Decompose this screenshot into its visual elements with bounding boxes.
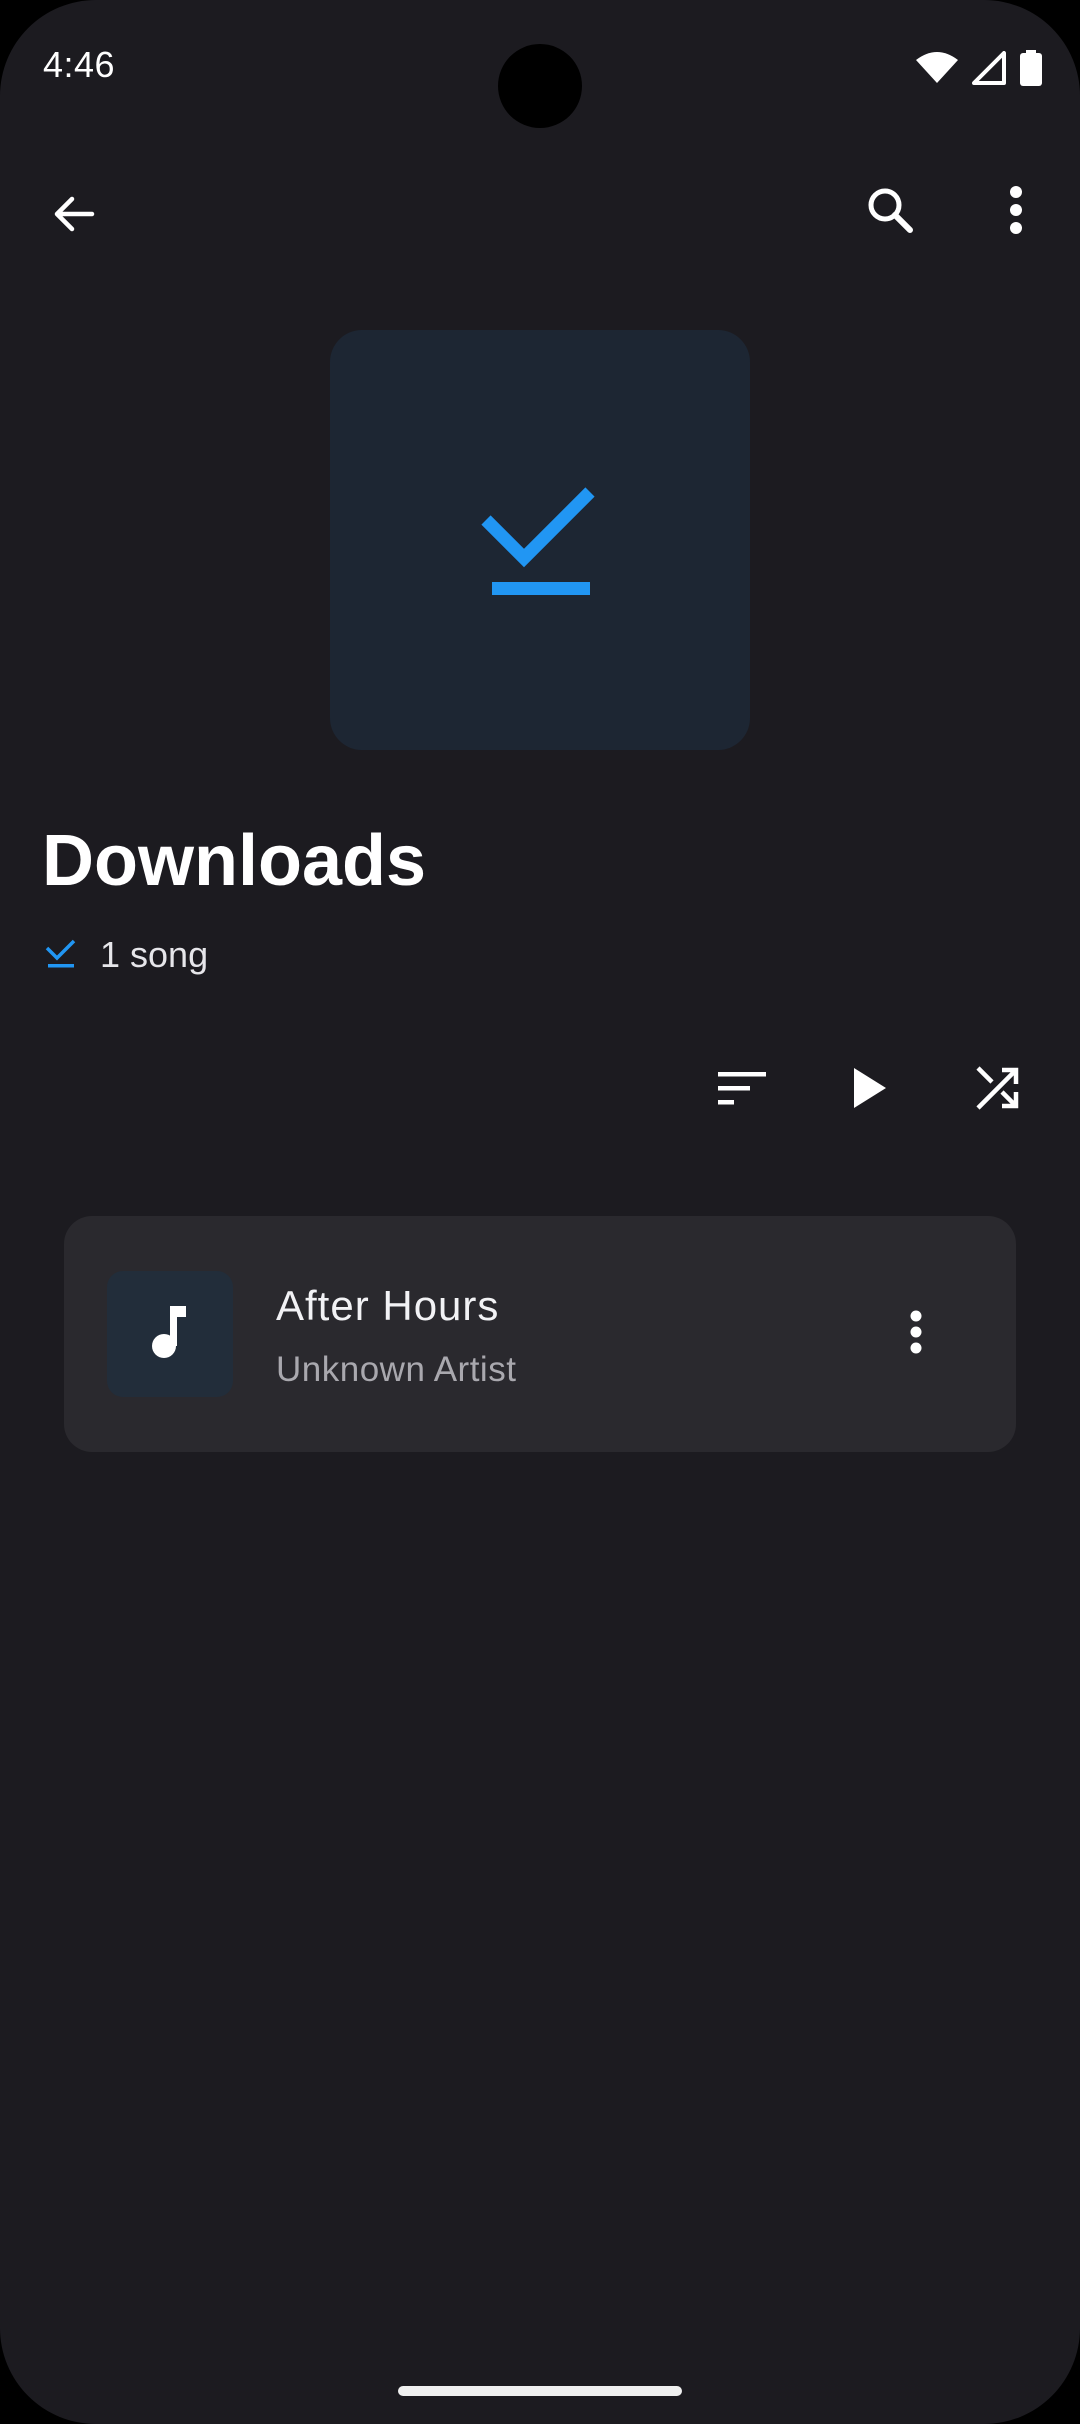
back-button[interactable] — [36, 178, 112, 254]
shuffle-button[interactable] — [956, 1048, 1040, 1132]
song-count: 1 song — [100, 934, 209, 975]
play-button[interactable] — [828, 1048, 912, 1132]
sort-icon — [716, 1068, 768, 1113]
song-more-button[interactable] — [886, 1304, 946, 1364]
page-title: Downloads — [42, 821, 427, 901]
search-button[interactable] — [852, 174, 928, 250]
more-vert-icon — [1008, 185, 1024, 240]
camera-cutout — [498, 44, 582, 128]
music-note-icon — [150, 1304, 190, 1365]
battery-icon — [1020, 50, 1042, 91]
play-icon — [850, 1066, 890, 1115]
search-icon — [864, 184, 916, 241]
shuffle-icon — [974, 1064, 1022, 1117]
home-indicator[interactable] — [398, 2386, 682, 2396]
arrow-back-icon — [50, 190, 98, 243]
song-list-item[interactable]: After Hours Unknown Artist — [64, 1216, 1016, 1452]
signal-icon — [972, 51, 1006, 90]
wifi-icon — [916, 52, 958, 89]
playlist-meta: 1 song — [44, 934, 208, 976]
playlist-cover — [330, 330, 750, 750]
sort-button[interactable] — [700, 1048, 784, 1132]
download-done-icon — [44, 936, 78, 975]
song-artist: Unknown Artist — [276, 1350, 517, 1389]
status-time: 4:46 — [43, 44, 116, 85]
more-options-button[interactable] — [978, 174, 1054, 250]
screen: 4:46 Downloads 1 song After Hours Unknow… — [0, 0, 1080, 2424]
song-thumbnail — [107, 1271, 233, 1397]
download-done-icon — [480, 478, 600, 603]
more-vert-icon — [909, 1310, 923, 1359]
status-icons — [916, 50, 1042, 91]
song-title: After Hours — [276, 1282, 500, 1329]
playlist-actions — [700, 1048, 1040, 1132]
